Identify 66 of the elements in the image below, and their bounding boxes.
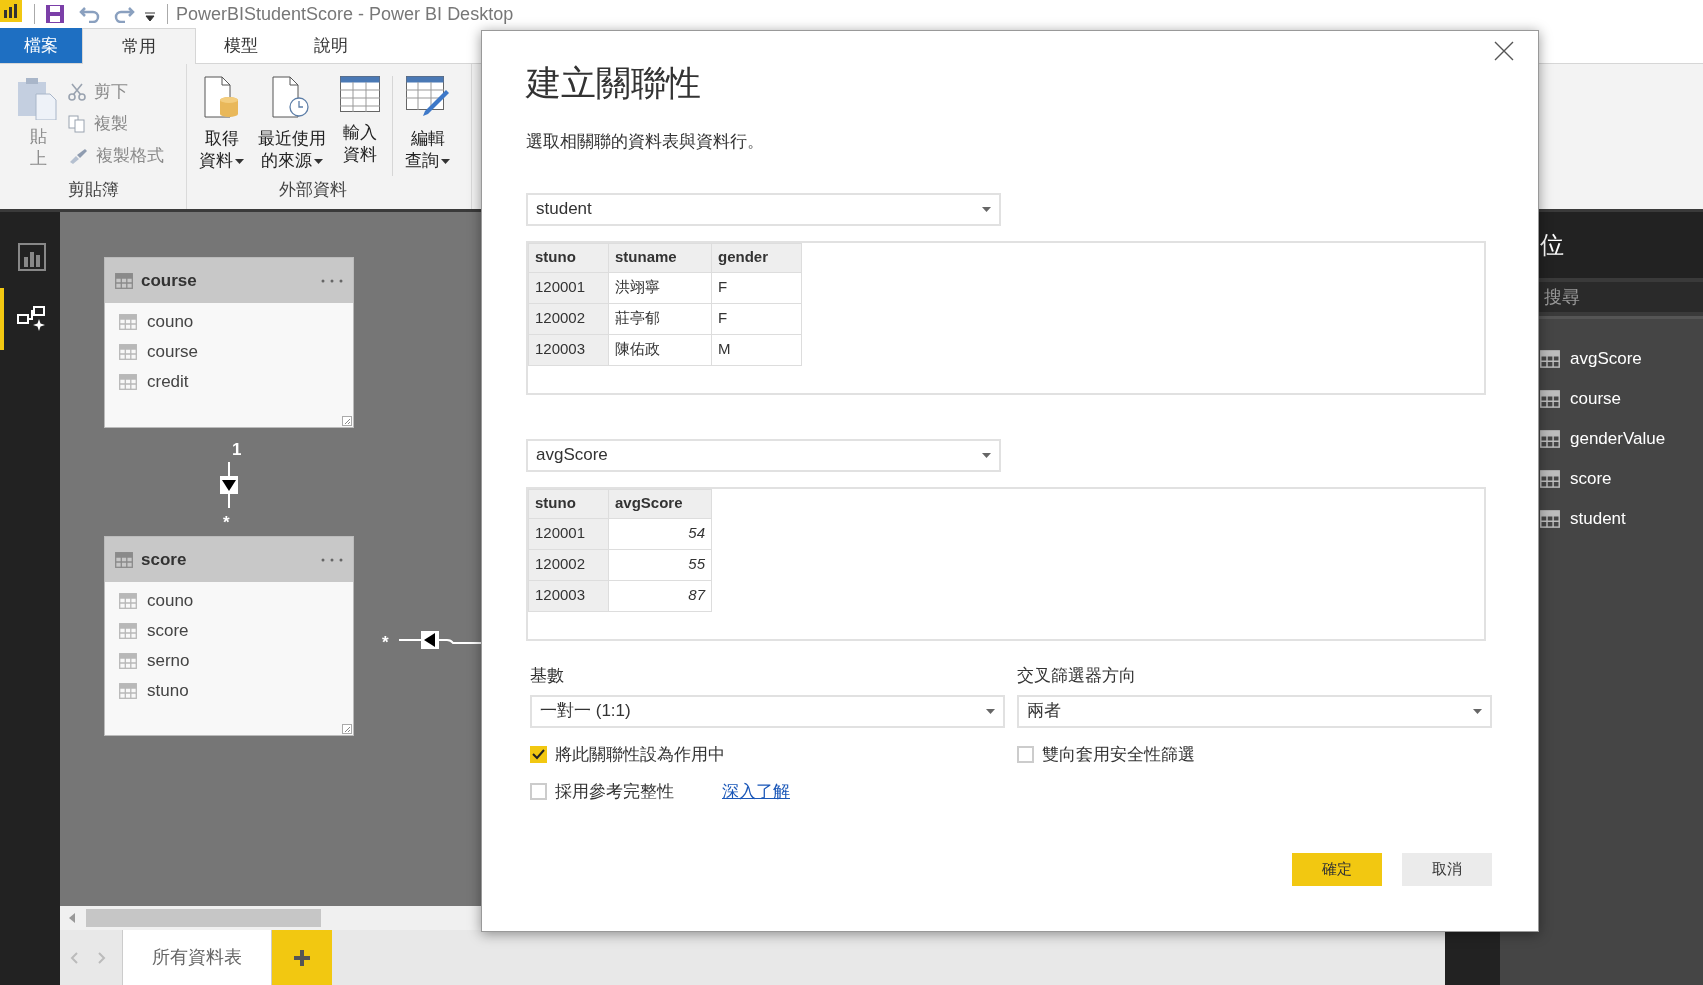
window-title: PowerBIStudentScore - Power BI Desktop <box>176 2 514 26</box>
field-label: 交叉篩選器方向 <box>1017 664 1137 687</box>
table-name: score <box>141 548 188 571</box>
table-card[interactable]: course couno course credit <box>104 257 354 428</box>
table-cell: F <box>711 303 802 334</box>
cardinality-label: 1 <box>232 439 242 461</box>
ribbon-tab[interactable]: 常用 <box>82 28 196 64</box>
table-cell: 莊亭郁 <box>608 303 712 334</box>
ribbon-tab[interactable]: 模型 <box>196 28 286 63</box>
table-name[interactable]: score <box>1570 466 1612 492</box>
table-cell: 55 <box>608 549 712 580</box>
page-tab[interactable]: 所有資料表 <box>122 930 272 985</box>
checkbox[interactable]: 將此關聯性設為作用中 <box>530 741 725 767</box>
table-cell: M <box>711 334 802 365</box>
dropdown[interactable]: avgScore <box>526 438 1001 472</box>
group-label: 外部資料 <box>278 179 348 201</box>
table-cell: 120003 <box>528 334 609 365</box>
pane-title: 位 <box>1540 230 1564 260</box>
ribbon-tab[interactable]: 檔案 <box>0 28 82 63</box>
table-cell: 120003 <box>528 580 609 611</box>
cardinality-label: * <box>223 512 230 534</box>
field-name[interactable]: score <box>147 618 189 644</box>
dropdown[interactable]: student <box>526 192 1001 226</box>
column-header: stuname <box>608 243 712 272</box>
learn-more-link[interactable]: 深入了解 <box>722 779 790 805</box>
ribbon-button[interactable]: 編輯查詢 <box>401 76 454 173</box>
column-header: gender <box>711 243 802 272</box>
field-name[interactable]: credit <box>147 369 189 395</box>
table-cell: 120002 <box>528 549 609 580</box>
table-name[interactable]: student <box>1570 506 1626 532</box>
table-name[interactable]: course <box>1570 386 1622 412</box>
field-name[interactable]: stuno <box>147 678 189 704</box>
checkbox[interactable]: 雙向套用安全性篩選 <box>1017 741 1195 767</box>
field-name[interactable]: course <box>147 339 199 365</box>
dialog-subtitle: 選取相關聯的資料表與資料行。 <box>526 131 765 153</box>
table-cell: 120001 <box>528 518 609 549</box>
checkbox[interactable]: 採用參考完整性 <box>530 779 674 805</box>
table-name[interactable]: avgScore <box>1570 346 1642 372</box>
table-cell: F <box>711 272 802 303</box>
ribbon-button[interactable]: 取得資料 <box>195 76 248 173</box>
ribbon-button[interactable]: 最近使用的來源 <box>254 76 330 173</box>
table-cell: 54 <box>608 518 712 549</box>
ribbon-tab[interactable]: 說明 <box>286 28 376 63</box>
ok-button[interactable]: 確定 <box>1292 852 1382 886</box>
table-cell: 陳佑政 <box>608 334 712 365</box>
column-header: stuno <box>528 489 609 518</box>
dropdown[interactable]: 兩者 <box>1017 694 1492 728</box>
dialog-title: 建立關聯性 <box>526 62 702 104</box>
field-name[interactable]: serno <box>147 648 190 674</box>
cardinality-label: * <box>382 632 389 654</box>
table-cell: 洪翊寧 <box>608 272 712 303</box>
table-cell: 120001 <box>528 272 609 303</box>
column-header: stuno <box>528 243 609 272</box>
field-name[interactable]: couno <box>147 309 194 335</box>
table-name: course <box>141 269 198 292</box>
column-header: avgScore <box>608 489 712 518</box>
field-label: 基數 <box>530 664 565 687</box>
table-cell: 120002 <box>528 303 609 334</box>
cancel-button[interactable]: 取消 <box>1402 852 1492 886</box>
group-label: 剪貼簿 <box>66 179 120 201</box>
field-name[interactable]: couno <box>147 588 194 614</box>
dropdown[interactable]: 一對一 (1:1) <box>530 694 1005 728</box>
ribbon-button[interactable]: 輸入資料 <box>336 76 384 167</box>
table-cell: 87 <box>608 580 712 611</box>
table-name[interactable]: genderValue <box>1570 426 1666 452</box>
table-card[interactable]: score couno score serno stuno <box>104 536 354 736</box>
